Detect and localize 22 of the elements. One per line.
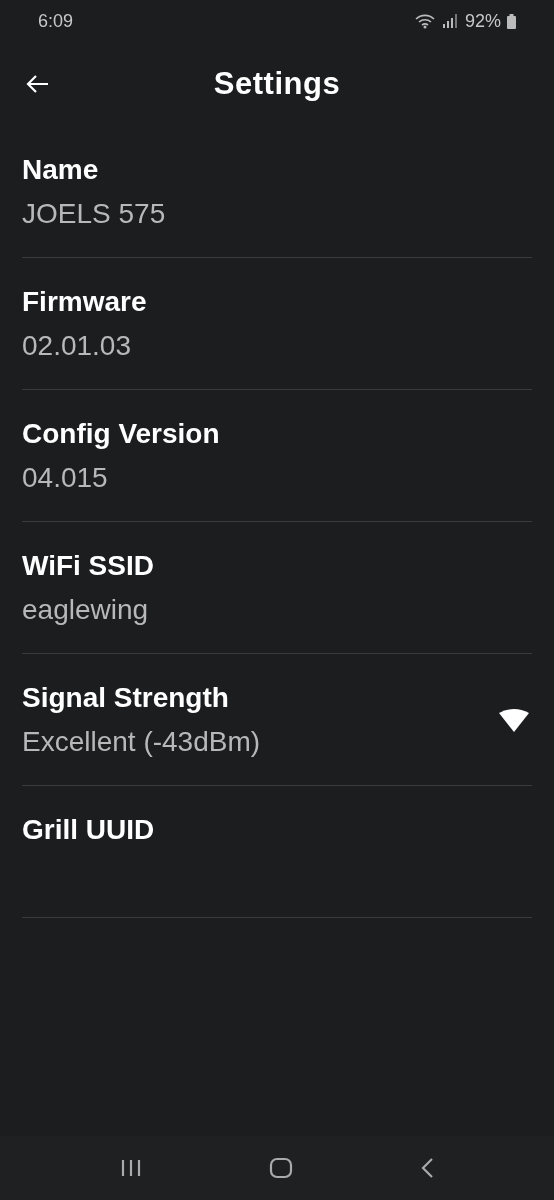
home-icon[interactable] [269,1157,293,1179]
setting-label: Grill UUID [22,812,155,847]
back-arrow-icon[interactable] [25,74,49,94]
setting-value: eaglewing [22,592,150,627]
back-icon[interactable] [420,1157,434,1179]
setting-label: Config Version [22,416,220,451]
signal-bars-icon [442,14,457,28]
battery-icon [507,13,516,29]
setting-label: Signal Strength [22,680,230,715]
setting-value: 04.015 [22,460,109,495]
setting-value: JOELS 575 [22,196,166,231]
status-time: 6:09 [38,10,74,32]
setting-label: Firmware [22,284,147,319]
recent-apps-icon[interactable] [120,1158,142,1178]
setting-value: Excellent (-43dBm) [22,724,261,759]
wifi-icon [414,13,435,29]
battery-percent: 92% [464,10,501,32]
wifi-signal-icon [498,707,530,732]
page-title: Settings [213,66,341,102]
setting-label: WiFi SSID [22,548,154,583]
setting-value: 02.01.03 [22,328,132,363]
setting-label: Name [22,152,100,187]
